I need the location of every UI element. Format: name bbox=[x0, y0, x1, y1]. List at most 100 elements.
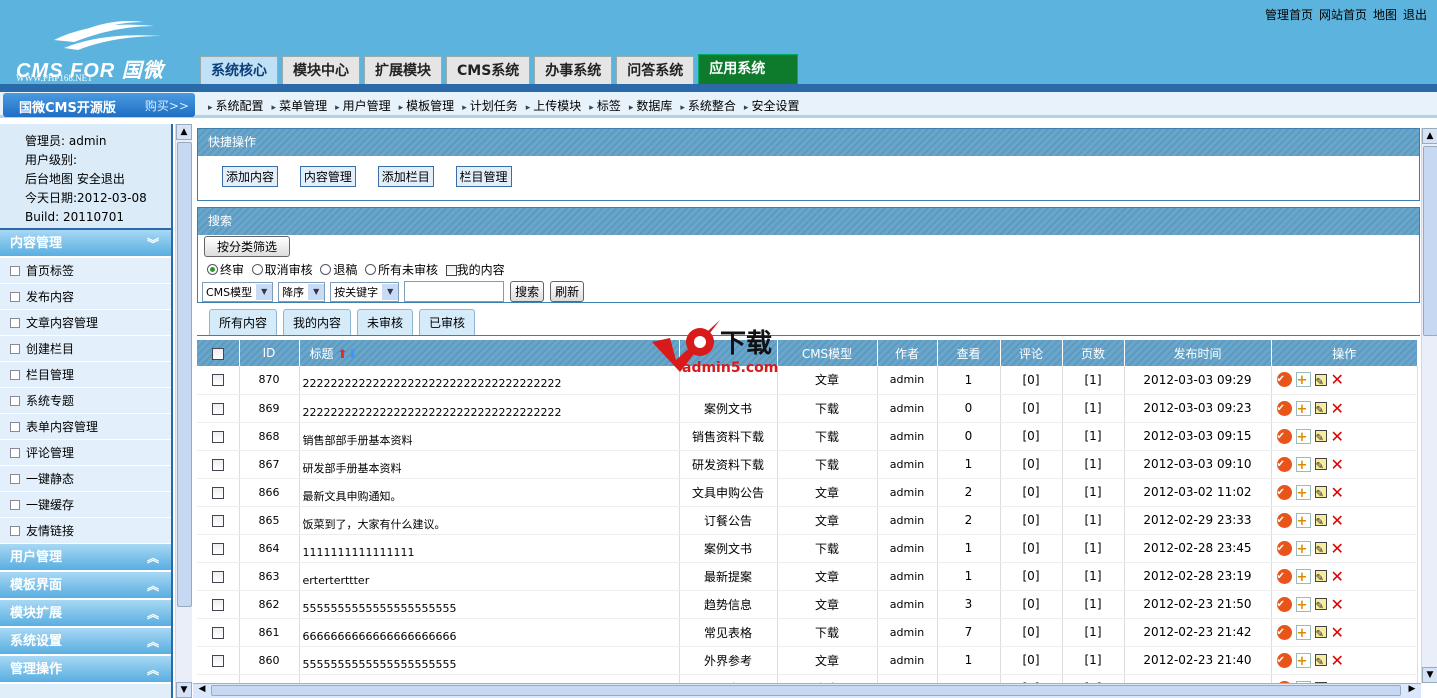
content-manage-button[interactable]: 内容管理 bbox=[299, 166, 356, 187]
delete-icon[interactable]: ✕ bbox=[1331, 596, 1346, 612]
sidebar-item[interactable]: 发布内容 bbox=[0, 284, 171, 310]
subnav-tags[interactable]: 标签 bbox=[589, 97, 621, 114]
subnav-security[interactable]: 安全设置 bbox=[744, 97, 799, 114]
category-link[interactable]: 销售资料下载 bbox=[679, 422, 778, 451]
tab-reviewed[interactable]: 已审核 bbox=[419, 309, 476, 335]
scroll-up-icon[interactable]: ▲ bbox=[176, 124, 192, 140]
delete-icon[interactable]: ✕ bbox=[1331, 568, 1346, 584]
scroll-right-icon[interactable]: ▶ bbox=[1405, 684, 1419, 697]
subnav-integration[interactable]: 系统整合 bbox=[680, 97, 736, 114]
category-link[interactable]: 研发资料下载 bbox=[679, 450, 778, 479]
sidebar-item[interactable]: 一键静态 bbox=[0, 466, 171, 492]
subnav-users[interactable]: 用户管理 bbox=[335, 97, 391, 114]
filter-by-category-button[interactable]: 按分类筛选 bbox=[204, 236, 291, 257]
add-page-icon[interactable]: + bbox=[1295, 596, 1311, 613]
link-site-home[interactable]: 网站首页 bbox=[1319, 8, 1367, 22]
approve-icon[interactable]: ✔ bbox=[1276, 456, 1292, 472]
edit-icon[interactable]: ✎ bbox=[1314, 598, 1327, 612]
link-admin-home[interactable]: 管理首页 bbox=[1265, 8, 1313, 22]
add-page-icon[interactable]: + bbox=[1295, 456, 1311, 473]
sidebar-item[interactable]: 栏目管理 bbox=[0, 362, 171, 388]
add-page-icon[interactable]: + bbox=[1295, 428, 1311, 445]
sidebar-group[interactable]: 模块扩展 ︽ bbox=[0, 600, 171, 628]
edit-icon[interactable]: ✎ bbox=[1314, 542, 1327, 556]
sidebar-item[interactable]: 系统专题 bbox=[0, 388, 171, 414]
approve-icon[interactable]: ✔ bbox=[1276, 652, 1292, 668]
add-page-icon[interactable]: + bbox=[1295, 512, 1311, 529]
link-logout[interactable]: 退出 bbox=[1403, 8, 1427, 22]
sidebar-group[interactable]: 系统设置 ︽ bbox=[0, 628, 171, 656]
buy-link[interactable]: 购买>> bbox=[145, 97, 189, 114]
category-link[interactable]: 案例文书 bbox=[679, 394, 778, 423]
sort-up-icon[interactable]: ⬆ bbox=[337, 347, 347, 361]
delete-icon[interactable]: ✕ bbox=[1331, 540, 1346, 556]
title-link[interactable]: 2222222222222222222222222222222222222 bbox=[299, 394, 680, 423]
add-page-icon[interactable]: + bbox=[1295, 400, 1311, 417]
scroll-left-icon[interactable]: ◀ bbox=[195, 684, 209, 697]
sidebar-group[interactable]: 用户管理 ︽ bbox=[0, 544, 171, 572]
sitemap-logout-links[interactable]: 后台地图 安全退出 bbox=[25, 170, 171, 189]
row-checkbox[interactable] bbox=[211, 402, 224, 415]
add-page-icon[interactable]: + bbox=[1295, 540, 1311, 557]
tab-system-core[interactable]: 系统核心 bbox=[200, 56, 278, 85]
category-link[interactable]: 文具申购公告 bbox=[679, 478, 778, 507]
approve-icon[interactable]: ✔ bbox=[1276, 568, 1292, 584]
delete-icon[interactable]: ✕ bbox=[1331, 512, 1346, 528]
subnav-system-config[interactable]: 系统配置 bbox=[208, 97, 264, 114]
delete-icon[interactable]: ✕ bbox=[1331, 400, 1346, 416]
title-link[interactable]: 饭菜到了，大家有什么建议。 bbox=[299, 506, 680, 535]
sidebar-group[interactable]: 管理操作 ︽ bbox=[0, 656, 171, 684]
approve-icon[interactable]: ✔ bbox=[1276, 540, 1292, 556]
column-manage-button[interactable]: 栏目管理 bbox=[455, 166, 512, 187]
delete-icon[interactable]: ✕ bbox=[1331, 456, 1346, 472]
scroll-thumb[interactable] bbox=[211, 685, 1401, 696]
category-link[interactable]: 外界参考 bbox=[679, 646, 778, 675]
refresh-button[interactable]: 刷新 bbox=[550, 281, 585, 302]
row-checkbox[interactable] bbox=[211, 654, 224, 667]
tab-unreviewed[interactable]: 未审核 bbox=[357, 309, 414, 335]
sidebar-scrollbar[interactable]: ▲ ▼ bbox=[175, 124, 192, 698]
add-page-icon[interactable]: + bbox=[1295, 624, 1311, 641]
row-checkbox[interactable] bbox=[211, 542, 224, 555]
approve-icon[interactable]: ✔ bbox=[1276, 596, 1292, 612]
tab-app-system[interactable]: 应用系统 bbox=[698, 54, 799, 85]
model-select[interactable]: CMS模型 ▼ bbox=[202, 281, 274, 302]
main-scrollbar[interactable]: ▲ ▼ bbox=[1421, 128, 1437, 683]
radio-final[interactable]: 终审 bbox=[207, 263, 244, 277]
tab-extensions[interactable]: 扩展模块 bbox=[364, 56, 442, 85]
edit-icon[interactable]: ✎ bbox=[1314, 514, 1327, 528]
edit-icon[interactable]: ✎ bbox=[1314, 626, 1327, 640]
scroll-down-icon[interactable]: ▼ bbox=[176, 682, 192, 698]
sidebar-item[interactable]: 评论管理 bbox=[0, 440, 171, 466]
sidebar-item[interactable]: 文章内容管理 bbox=[0, 310, 171, 336]
delete-icon[interactable]: ✕ bbox=[1331, 652, 1346, 668]
row-checkbox[interactable] bbox=[211, 458, 224, 471]
edit-icon[interactable]: ✎ bbox=[1314, 570, 1327, 584]
edit-icon[interactable]: ✎ bbox=[1314, 486, 1327, 500]
category-link[interactable]: 最新提案 bbox=[679, 562, 778, 591]
scroll-up-icon[interactable]: ▲ bbox=[1422, 128, 1437, 144]
approve-icon[interactable]: ✔ bbox=[1276, 624, 1292, 640]
subnav-upload[interactable]: 上传模块 bbox=[526, 97, 581, 114]
subnav-templates[interactable]: 模板管理 bbox=[399, 97, 454, 114]
horizontal-scrollbar[interactable]: ◀ ▶ bbox=[193, 683, 1421, 698]
row-checkbox[interactable] bbox=[211, 430, 224, 443]
link-map[interactable]: 地图 bbox=[1373, 8, 1397, 22]
sort-down-icon[interactable]: ⬇ bbox=[347, 347, 357, 361]
scroll-thumb[interactable] bbox=[1423, 146, 1437, 336]
approve-icon[interactable]: ✔ bbox=[1276, 400, 1292, 416]
row-checkbox[interactable] bbox=[211, 570, 224, 583]
row-checkbox[interactable] bbox=[211, 598, 224, 611]
title-link[interactable]: 最新文具申购通知。 bbox=[299, 478, 680, 507]
approve-icon[interactable]: ✔ bbox=[1276, 484, 1292, 500]
edit-icon[interactable]: ✎ bbox=[1314, 654, 1327, 668]
keyword-input[interactable] bbox=[404, 281, 505, 302]
search-button[interactable]: 搜索 bbox=[510, 281, 545, 302]
edit-icon[interactable]: ✎ bbox=[1314, 430, 1327, 444]
subnav-tasks[interactable]: 计划任务 bbox=[462, 97, 518, 114]
sidebar-item[interactable]: 友情链接 bbox=[0, 518, 171, 544]
sidebar-item[interactable]: 一键缓存 bbox=[0, 492, 171, 518]
category-link[interactable]: 公司文号 bbox=[679, 674, 778, 683]
delete-icon[interactable]: ✕ bbox=[1331, 372, 1346, 388]
field-select[interactable]: 按关键字 ▼ bbox=[330, 281, 400, 302]
